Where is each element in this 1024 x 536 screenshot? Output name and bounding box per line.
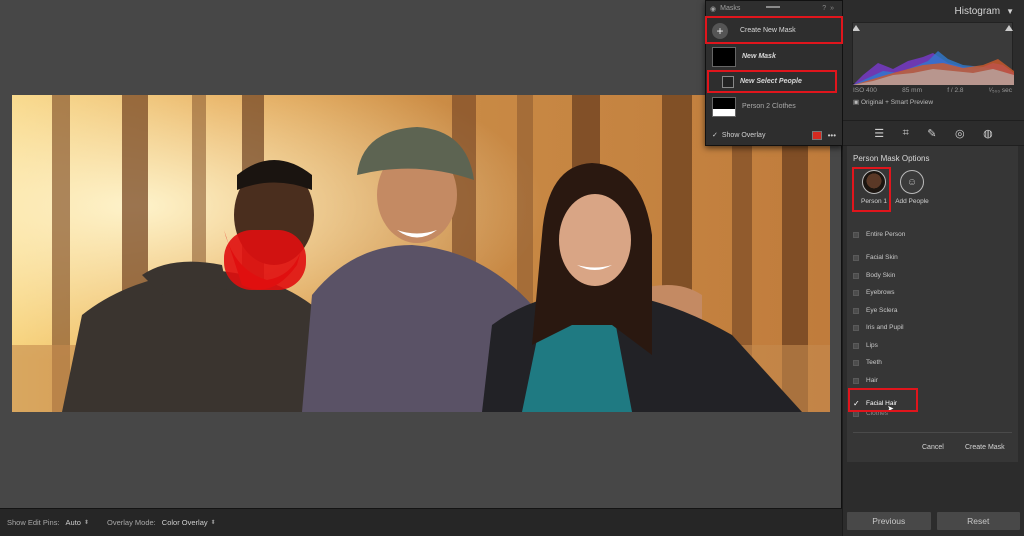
overlay-mode-select[interactable]: Color Overlay bbox=[162, 518, 208, 527]
edit-pins-label: Show Edit Pins: bbox=[7, 518, 60, 527]
mask-item-label: New Mask bbox=[742, 53, 776, 60]
shutter-speed: ¹⁄₅₀₀ sec bbox=[988, 87, 1012, 94]
panel-footer: Previous Reset bbox=[847, 512, 1020, 530]
create-new-mask-label: Create New Mask bbox=[740, 27, 796, 34]
option-facial-skin[interactable]: Facial Skin bbox=[853, 254, 898, 261]
checkbox[interactable] bbox=[853, 342, 859, 349]
focal-length: 85 mm bbox=[902, 87, 922, 94]
option-label: Teeth bbox=[866, 359, 882, 366]
lightroom-window: Show Edit Pins: Auto ⬍ Overlay Mode: Col… bbox=[0, 0, 1024, 536]
option-eye-sclera[interactable]: Eye Sclera bbox=[853, 307, 897, 314]
show-overlay-row: ✓ Show Overlay ••• bbox=[706, 125, 842, 145]
previous-button[interactable]: Previous bbox=[847, 512, 931, 530]
histogram-curves bbox=[852, 25, 1014, 85]
person-mask-options-title: Person Mask Options bbox=[853, 154, 930, 163]
option-entire-person[interactable]: Entire Person bbox=[853, 231, 905, 238]
person-1-label: Person 1 bbox=[860, 198, 888, 205]
option-label: Body Skin bbox=[866, 272, 896, 279]
option-eyebrows[interactable]: Eyebrows bbox=[853, 289, 895, 296]
drag-handle[interactable] bbox=[766, 6, 780, 8]
option-iris-and-pupil[interactable]: Iris and Pupil bbox=[853, 324, 904, 331]
edit-pins-arrows-icon[interactable]: ⬍ bbox=[84, 519, 89, 526]
masking-icon[interactable]: ◍ bbox=[983, 127, 993, 140]
cancel-button[interactable]: Cancel bbox=[922, 444, 944, 451]
check-icon[interactable]: ✓ bbox=[853, 399, 860, 407]
overlay-color-swatch[interactable] bbox=[811, 130, 822, 140]
masks-panel: ◉ Masks ?» + Create New Mask New Mask Ne… bbox=[705, 0, 843, 146]
red-eye-icon[interactable]: ◎ bbox=[955, 127, 965, 140]
histogram-graph bbox=[852, 22, 1014, 85]
eye-icon[interactable]: ◉ bbox=[710, 5, 716, 13]
preview-icon: ▣ bbox=[853, 99, 861, 106]
check-icon[interactable]: ✓ bbox=[712, 131, 718, 139]
option-label: Eyebrows bbox=[866, 289, 895, 296]
tool-strip: ☰ ⌗ ✎ ◎ ◍ bbox=[843, 120, 1024, 146]
preview-source: ▣ Original + Smart Preview bbox=[843, 94, 1024, 110]
aperture: f / 2.8 bbox=[947, 87, 964, 94]
reset-button[interactable]: Reset bbox=[936, 512, 1020, 530]
mask-thumbnail bbox=[712, 96, 736, 117]
person-1-avatar-button[interactable]: Person 1 bbox=[859, 170, 889, 205]
crop-icon[interactable]: ⌗ bbox=[903, 127, 909, 140]
edit-pins-select[interactable]: Auto bbox=[66, 518, 81, 527]
right-panel: Histogram ▼ ISO 400 85 mm f / 2.8 ¹⁄₅₀₀ … bbox=[843, 0, 1024, 536]
add-people-button[interactable]: ☺ Add People bbox=[895, 170, 929, 205]
mask-item-person-2-clothes[interactable]: Person 2 Clothes bbox=[706, 94, 842, 119]
bottom-toolbar: Show Edit Pins: Auto ⬍ Overlay Mode: Col… bbox=[0, 508, 842, 536]
person-1-avatar bbox=[862, 170, 886, 194]
mask-item-label: New Select People bbox=[740, 78, 802, 85]
checkbox[interactable] bbox=[853, 307, 859, 314]
create-new-mask-button[interactable]: + Create New Mask bbox=[705, 16, 843, 44]
exif-info: ISO 400 85 mm f / 2.8 ¹⁄₅₀₀ sec bbox=[843, 84, 1024, 94]
histogram-header[interactable]: Histogram ▼ bbox=[843, 0, 1024, 22]
cursor-icon: ➤ bbox=[887, 404, 894, 413]
checkbox[interactable] bbox=[853, 359, 859, 366]
add-person-icon: ☺ bbox=[900, 170, 924, 194]
option-label: Iris and Pupil bbox=[866, 324, 904, 331]
divider bbox=[853, 432, 1012, 433]
checkbox[interactable] bbox=[853, 410, 859, 417]
person-mask-options: Person Mask Options Person 1 ☺ Add Peopl… bbox=[847, 146, 1018, 462]
mask-item-new-mask[interactable]: New Mask bbox=[706, 44, 842, 69]
preview-source-label: Original + Smart Preview bbox=[860, 99, 934, 106]
iso-value: ISO 400 bbox=[853, 87, 877, 94]
histogram-title: Histogram bbox=[954, 5, 1001, 17]
help-collapse-icons[interactable]: ?» bbox=[822, 5, 838, 12]
overlay-mode-label: Overlay Mode: bbox=[107, 518, 156, 527]
more-options-icon[interactable]: ••• bbox=[828, 131, 836, 140]
mask-item-new-select-people[interactable]: New Select People bbox=[706, 69, 842, 94]
mask-item-label: Person 2 Clothes bbox=[742, 103, 796, 110]
add-people-label: Add People bbox=[895, 198, 929, 205]
option-lips[interactable]: Lips bbox=[853, 342, 878, 349]
checkbox[interactable] bbox=[853, 231, 859, 238]
option-label: Facial Skin bbox=[866, 254, 898, 261]
option-clothes[interactable]: Clothes bbox=[853, 410, 888, 417]
option-body-skin[interactable]: Body Skin bbox=[853, 272, 895, 279]
masks-panel-header[interactable]: ◉ Masks ?» bbox=[706, 1, 842, 17]
healing-icon[interactable]: ✎ bbox=[927, 127, 936, 140]
mask-thumbnail bbox=[712, 46, 736, 67]
option-label: Clothes bbox=[866, 410, 889, 417]
checkbox[interactable] bbox=[853, 272, 859, 279]
option-teeth[interactable]: Teeth bbox=[853, 359, 882, 366]
sliders-icon[interactable]: ☰ bbox=[874, 127, 884, 140]
option-hair[interactable]: Hair bbox=[853, 377, 878, 384]
create-mask-button[interactable]: Create Mask bbox=[965, 444, 1005, 451]
overlay-mode-arrows-icon[interactable]: ⬍ bbox=[211, 519, 216, 526]
option-label: Eye Sclera bbox=[866, 307, 898, 314]
checkbox[interactable] bbox=[853, 254, 859, 261]
people-mask-icon bbox=[722, 75, 734, 88]
option-label: Entire Person bbox=[866, 231, 906, 238]
checkbox[interactable] bbox=[853, 324, 859, 331]
checkbox[interactable] bbox=[853, 289, 859, 296]
option-label: Lips bbox=[866, 342, 878, 349]
plus-icon: + bbox=[712, 22, 728, 39]
checkbox[interactable] bbox=[853, 377, 859, 384]
masks-title: Masks bbox=[720, 5, 741, 12]
option-label: Hair bbox=[866, 377, 878, 384]
collapse-triangle-icon[interactable]: ▼ bbox=[1006, 7, 1014, 16]
show-overlay-label[interactable]: Show Overlay bbox=[722, 132, 766, 139]
